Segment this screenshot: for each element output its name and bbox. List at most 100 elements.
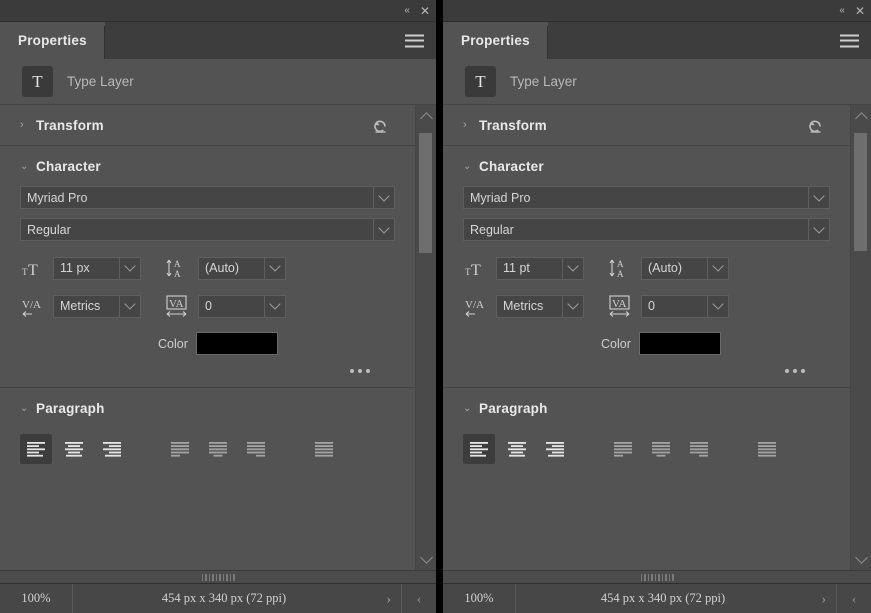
panel-resize-gripper[interactable]	[0, 570, 436, 583]
zoom-level[interactable]: 100%	[443, 584, 516, 613]
svg-text:V/A: V/A	[465, 299, 484, 311]
hamburger-menu-icon[interactable]	[405, 34, 424, 47]
layer-name: Type Layer	[510, 74, 577, 89]
chevron-down-icon[interactable]	[707, 258, 728, 279]
kerning-input[interactable]: Metrics	[496, 295, 584, 318]
panel-scrollbar[interactable]	[415, 105, 436, 570]
scrollbar-thumb[interactable]	[854, 133, 867, 251]
chevron-down-icon[interactable]: ⌄	[20, 161, 36, 172]
chevron-right-icon[interactable]: ›	[463, 119, 479, 131]
chevron-down-icon[interactable]	[808, 219, 829, 240]
leading-input[interactable]: (Auto)	[641, 257, 729, 280]
align-center-button[interactable]	[58, 434, 90, 464]
scroll-up-chevron-icon[interactable]	[851, 105, 871, 127]
kerning-tracking-row: V/A Metrics	[20, 293, 395, 319]
scrollbar-track[interactable]	[851, 127, 871, 548]
hamburger-menu-icon[interactable]	[840, 34, 859, 47]
chevron-down-icon[interactable]	[264, 296, 285, 317]
align-right-button[interactable]	[539, 434, 571, 464]
kerning-icon: V/A	[20, 293, 46, 319]
chevron-down-icon[interactable]	[808, 187, 829, 208]
align-right-button[interactable]	[96, 434, 128, 464]
chevron-down-icon[interactable]	[373, 187, 394, 208]
tab-properties[interactable]: Properties	[443, 22, 548, 59]
leading-input[interactable]: (Auto)	[198, 257, 286, 280]
font-size-value: 11 pt	[497, 258, 562, 279]
chevron-down-icon[interactable]: ⌄	[463, 403, 479, 414]
align-center-button[interactable]	[501, 434, 533, 464]
panel-resize-gripper[interactable]	[443, 570, 871, 583]
paragraph-header[interactable]: ⌄ Paragraph	[443, 388, 850, 428]
layer-summary-row: T Type Layer	[443, 59, 871, 105]
character-header[interactable]: ⌄ Character	[443, 146, 850, 186]
font-size-input[interactable]: 11 px	[53, 257, 141, 280]
more-options-dots-icon[interactable]	[785, 369, 805, 373]
justify-last-center-button[interactable]	[202, 434, 234, 464]
dimensions-text: 454 px x 340 px (72 ppi)	[601, 591, 725, 605]
chevron-down-icon[interactable]	[119, 296, 140, 317]
paragraph-header[interactable]: ⌄ Paragraph	[0, 388, 415, 428]
justify-last-right-button[interactable]	[683, 434, 715, 464]
chevron-right-icon[interactable]: ›	[20, 119, 36, 131]
chevron-down-icon[interactable]: ⌄	[20, 403, 36, 414]
tab-properties[interactable]: Properties	[0, 22, 105, 59]
character-title: Character	[479, 159, 544, 174]
font-size-input[interactable]: 11 pt	[496, 257, 584, 280]
chevron-down-icon[interactable]	[373, 219, 394, 240]
panel-scrollbar[interactable]	[850, 105, 871, 570]
chevron-down-icon[interactable]	[562, 258, 583, 279]
chevron-down-icon[interactable]	[562, 296, 583, 317]
kerning-cell: V/A Metrics	[463, 293, 584, 319]
align-left-button[interactable]	[463, 434, 495, 464]
reset-arrow-icon[interactable]	[804, 114, 826, 136]
kerning-value: Metrics	[497, 296, 562, 317]
justify-last-left-button[interactable]	[607, 434, 639, 464]
font-style-select[interactable]: Regular	[20, 218, 395, 241]
close-icon[interactable]: ✕	[420, 5, 430, 17]
more-options-dots-icon[interactable]	[350, 369, 370, 373]
scroll-down-chevron-icon[interactable]	[416, 548, 436, 570]
scrollbar-thumb[interactable]	[419, 133, 432, 253]
grip-lines-icon	[641, 574, 674, 581]
panel-content: › Transform ⌄ Ch	[443, 105, 850, 570]
justify-last-left-button[interactable]	[164, 434, 196, 464]
tracking-input[interactable]: 0	[641, 295, 729, 318]
leading-icon: A A	[165, 255, 191, 281]
scroll-down-chevron-icon[interactable]	[851, 548, 871, 570]
reset-arrow-icon[interactable]	[369, 114, 391, 136]
kerning-cell: V/A Metrics	[20, 293, 141, 319]
font-style-select[interactable]: Regular	[463, 218, 830, 241]
screenshot-root: « ✕ Properties T Type Layer › Transform	[0, 0, 871, 613]
collapse-chevrons-icon[interactable]: «	[839, 6, 844, 16]
chevron-down-icon[interactable]	[264, 258, 285, 279]
type-layer-T-icon: T	[465, 66, 496, 97]
scroll-up-chevron-icon[interactable]	[416, 105, 436, 127]
status-back-chevron[interactable]: ‹	[401, 584, 436, 613]
justify-last-center-button[interactable]	[645, 434, 677, 464]
justify-last-right-button[interactable]	[240, 434, 272, 464]
transform-header[interactable]: › Transform	[0, 105, 415, 145]
color-swatch[interactable]	[639, 332, 721, 355]
font-family-select[interactable]: Myriad Pro	[20, 186, 395, 209]
justify-all-button[interactable]	[308, 434, 340, 464]
color-swatch[interactable]	[196, 332, 278, 355]
kerning-input[interactable]: Metrics	[53, 295, 141, 318]
status-back-chevron[interactable]: ‹	[836, 584, 871, 613]
tracking-input[interactable]: 0	[198, 295, 286, 318]
chevron-down-icon[interactable]	[707, 296, 728, 317]
chevron-right-icon[interactable]: ›	[387, 591, 391, 607]
zoom-level[interactable]: 100%	[0, 584, 73, 613]
transform-header[interactable]: › Transform	[443, 105, 850, 145]
character-header[interactable]: ⌄ Character	[0, 146, 415, 186]
justify-all-button[interactable]	[751, 434, 783, 464]
close-icon[interactable]: ✕	[855, 5, 865, 17]
align-left-button[interactable]	[20, 434, 52, 464]
chevron-down-icon[interactable]	[119, 258, 140, 279]
chevron-right-icon[interactable]: ›	[822, 591, 826, 607]
chevron-down-icon[interactable]: ⌄	[463, 161, 479, 172]
font-family-select[interactable]: Myriad Pro	[463, 186, 830, 209]
tracking-icon: VA	[165, 293, 191, 319]
scrollbar-track[interactable]	[416, 127, 436, 548]
collapse-chevrons-icon[interactable]: «	[404, 6, 409, 16]
paragraph-title: Paragraph	[479, 401, 548, 416]
